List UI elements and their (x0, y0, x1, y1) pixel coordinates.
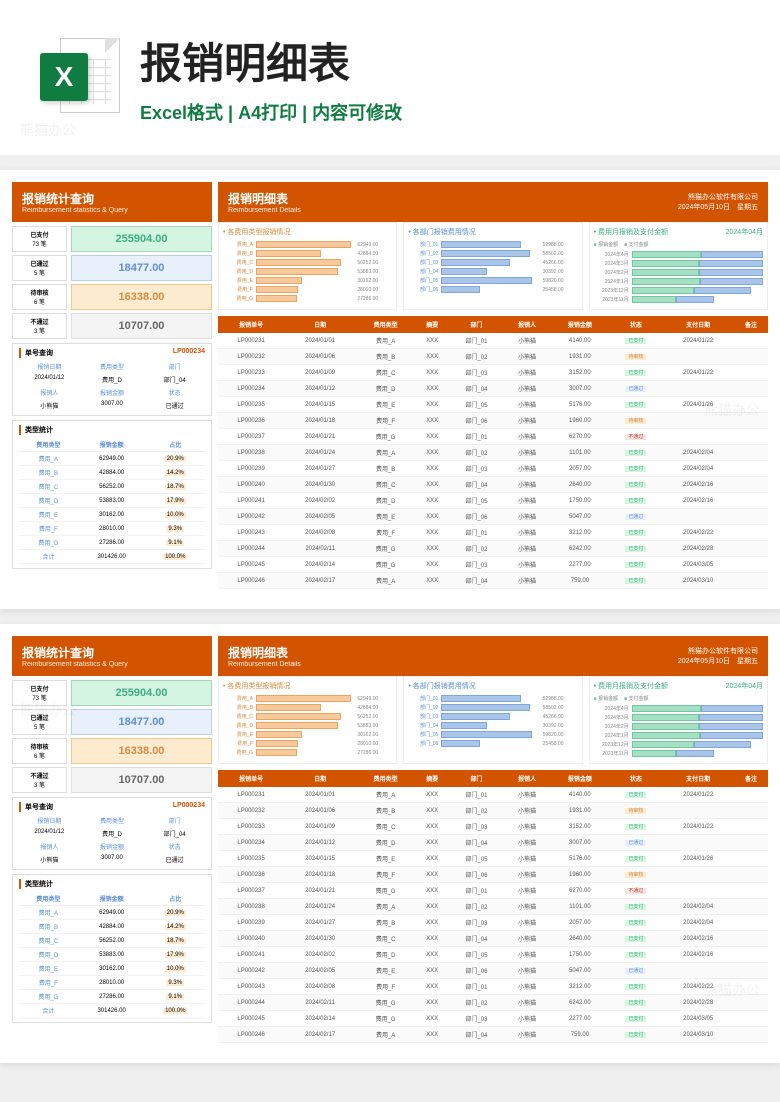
table-row: LP0002442024/02/11费用_GXXX部门_02小熊猫6242.00… (218, 541, 768, 557)
table-row: LP0002322024/01/06费用_BXXX部门_02小熊猫1931.00… (218, 349, 768, 365)
template-preview: 报销统计查询 Reimbursement statistics & Query … (0, 170, 780, 609)
table-row: LP0002312024/01/01费用_AXXX部门_01小熊猫4140.00… (218, 333, 768, 349)
table-row: LP0002422024/02/05费用_EXXX部门_06小熊猫5047.00… (218, 963, 768, 979)
kpi-label: 不通过3 笔 (12, 767, 67, 793)
table-row: 费用_F28010.009.3% (19, 522, 205, 536)
excel-icon: X (40, 38, 120, 118)
table-row: LP0002342024/01/12费用_DXXX部门_04小熊猫3007.00… (218, 835, 768, 851)
table-row: 合计301426.00100.0% (19, 1004, 205, 1018)
table-row: 费用_G27286.009.1% (19, 536, 205, 550)
kpi-label: 不通过3 笔 (12, 313, 67, 339)
type-stats-panel: 类型统计 费用类型报销金额占比费用_A62949.0020.9%费用_B4288… (12, 420, 212, 569)
kpi-value: 18477.00 (71, 255, 212, 281)
table-row: LP0002392024/01/27费用_BXXX部门_03小熊猫2057.00… (218, 461, 768, 477)
table-row: LP0002462024/02/17费用_AXXX部门_04小熊猫759.00已… (218, 1027, 768, 1043)
detail-table: 报销单号日期费用类型摘要部门报销人报销金额状态支付日期备注LP000231202… (218, 770, 768, 1043)
table-row: 费用_G27286.009.1% (19, 990, 205, 1004)
charts-row: • 各费用类型报销情况费用_A62949.00费用_B42884.00费用_C5… (218, 222, 768, 310)
kpi-block: 已支付73 笔255904.00已通过5 笔18477.00待审核6 笔1633… (12, 676, 212, 793)
kpi-label: 待审核6 笔 (12, 284, 67, 310)
table-row: LP0002312024/01/01费用_AXXX部门_01小熊猫4140.00… (218, 787, 768, 803)
table-row: LP0002362024/01/18费用_FXXX部门_06小熊猫1960.00… (218, 413, 768, 429)
table-row: 费用_C56252.0018.7% (19, 934, 205, 948)
kpi-value: 10707.00 (71, 767, 212, 793)
table-row: 费用_A62949.0020.9% (19, 906, 205, 920)
table-row: LP0002382024/01/24费用_AXXX部门_02小熊猫1101.00… (218, 445, 768, 461)
table-row: 费用_B42884.0014.2% (19, 920, 205, 934)
table-row: LP0002322024/01/06费用_BXXX部门_02小熊猫1931.00… (218, 803, 768, 819)
charts-row: • 各费用类型报销情况费用_A62949.00费用_B42884.00费用_C5… (218, 676, 768, 764)
table-row: 合计301426.00100.0% (19, 550, 205, 564)
panel-header-left: 报销统计查询 Reimbursement statistics & Query (12, 636, 212, 676)
lookup-panel: 单号查询LP000234 报销日期费用类型部门 2024/01/12费用_D部门… (12, 343, 212, 416)
kpi-label: 已支付73 笔 (12, 226, 67, 252)
hero-banner: X 报销明细表 Excel格式 | A4打印 | 内容可修改 (0, 0, 780, 155)
kpi-value: 18477.00 (71, 709, 212, 735)
kpi-value: 255904.00 (71, 226, 212, 252)
kpi-label: 已支付73 笔 (12, 680, 67, 706)
kpi-label: 已通过5 笔 (12, 709, 67, 735)
hero-subtitle: Excel格式 | A4打印 | 内容可修改 (140, 99, 402, 125)
hero-title: 报销明细表 (140, 30, 402, 91)
panel-header-right: 报销明细表 Reimbursement Details 熊猫办公软件有限公司 2… (218, 636, 768, 676)
kpi-value: 16338.00 (71, 738, 212, 764)
table-row: LP0002432024/02/08费用_FXXX部门_01小熊猫3212.00… (218, 525, 768, 541)
kpi-value: 255904.00 (71, 680, 212, 706)
table-row: LP0002402024/01/30费用_CXXX部门_04小熊猫2640.00… (218, 931, 768, 947)
table-row: LP0002372024/01/21费用_GXXX部门_01小熊猫6270.00… (218, 883, 768, 899)
type-stats-panel: 类型统计 费用类型报销金额占比费用_A62949.0020.9%费用_B4288… (12, 874, 212, 1023)
table-row: LP0002432024/02/08费用_FXXX部门_01小熊猫3212.00… (218, 979, 768, 995)
table-row: LP0002412024/02/02费用_DXXX部门_05小熊猫1750.00… (218, 947, 768, 963)
table-row: LP0002352024/01/15费用_EXXX部门_05小熊猫5176.00… (218, 851, 768, 867)
table-row: LP0002332024/01/09费用_CXXX部门_03小熊猫3152.00… (218, 819, 768, 835)
table-row: LP0002412024/02/02费用_DXXX部门_05小熊猫1750.00… (218, 493, 768, 509)
table-row: 费用_D53883.0017.9% (19, 494, 205, 508)
table-row: LP0002402024/01/30费用_CXXX部门_04小熊猫2640.00… (218, 477, 768, 493)
table-row: LP0002462024/02/17费用_AXXX部门_04小熊猫759.00已… (218, 573, 768, 589)
table-row: 费用_F28010.009.3% (19, 976, 205, 990)
lookup-panel: 单号查询LP000234 报销日期费用类型部门 2024/01/12费用_D部门… (12, 797, 212, 870)
table-row: 费用_D53883.0017.9% (19, 948, 205, 962)
chart-expense-type: • 各费用类型报销情况费用_A62949.00费用_B42884.00费用_C5… (218, 222, 397, 310)
table-row: LP0002362024/01/18费用_FXXX部门_06小熊猫1960.00… (218, 867, 768, 883)
detail-table: 报销单号日期费用类型摘要部门报销人报销金额状态支付日期备注LP000231202… (218, 316, 768, 589)
chart-department: • 各部门报销费用情况部门_0152988.00部门_0258502.00部门_… (403, 676, 582, 764)
table-row: LP0002452024/02/14费用_GXXX部门_03小熊猫2277.00… (218, 1011, 768, 1027)
table-row: LP0002422024/02/05费用_EXXX部门_06小熊猫5047.00… (218, 509, 768, 525)
chart-department: • 各部门报销费用情况部门_0152988.00部门_0258502.00部门_… (403, 222, 582, 310)
table-row: LP0002392024/01/27费用_BXXX部门_03小熊猫2057.00… (218, 915, 768, 931)
chart-monthly: • 费用月报销及支付金额2024年04月报销金额支付金额2024年4月2024年… (589, 676, 768, 764)
kpi-label: 已通过5 笔 (12, 255, 67, 281)
table-row: LP0002352024/01/15费用_EXXX部门_05小熊猫5176.00… (218, 397, 768, 413)
kpi-value: 10707.00 (71, 313, 212, 339)
type-stats-table: 费用类型报销金额占比费用_A62949.0020.9%费用_B42884.001… (19, 438, 205, 564)
table-row: LP0002442024/02/11费用_GXXX部门_02小熊猫6242.00… (218, 995, 768, 1011)
kpi-label: 待审核6 笔 (12, 738, 67, 764)
chart-expense-type: • 各费用类型报销情况费用_A62949.00费用_B42884.00费用_C5… (218, 676, 397, 764)
kpi-block: 已支付73 笔255904.00已通过5 笔18477.00待审核6 笔1633… (12, 222, 212, 339)
table-row: 费用_B42884.0014.2% (19, 466, 205, 480)
table-row: LP0002332024/01/09费用_CXXX部门_03小熊猫3152.00… (218, 365, 768, 381)
table-row: 费用_E30162.0010.0% (19, 962, 205, 976)
type-stats-table: 费用类型报销金额占比费用_A62949.0020.9%费用_B42884.001… (19, 892, 205, 1018)
table-row: 费用_E30162.0010.0% (19, 508, 205, 522)
kpi-value: 16338.00 (71, 284, 212, 310)
table-row: 费用_A62949.0020.9% (19, 452, 205, 466)
chart-monthly: • 费用月报销及支付金额2024年04月报销金额支付金额2024年4月2024年… (589, 222, 768, 310)
table-row: LP0002452024/02/14费用_GXXX部门_03小熊猫2277.00… (218, 557, 768, 573)
table-row: LP0002342024/01/12费用_DXXX部门_04小熊猫3007.00… (218, 381, 768, 397)
panel-header-right: 报销明细表 Reimbursement Details 熊猫办公软件有限公司 2… (218, 182, 768, 222)
panel-header-left: 报销统计查询 Reimbursement statistics & Query (12, 182, 212, 222)
table-row: LP0002372024/01/21费用_GXXX部门_01小熊猫6270.00… (218, 429, 768, 445)
table-row: LP0002382024/01/24费用_AXXX部门_02小熊猫1101.00… (218, 899, 768, 915)
table-row: 费用_C56252.0018.7% (19, 480, 205, 494)
template-preview: 报销统计查询 Reimbursement statistics & Query … (0, 624, 780, 1063)
